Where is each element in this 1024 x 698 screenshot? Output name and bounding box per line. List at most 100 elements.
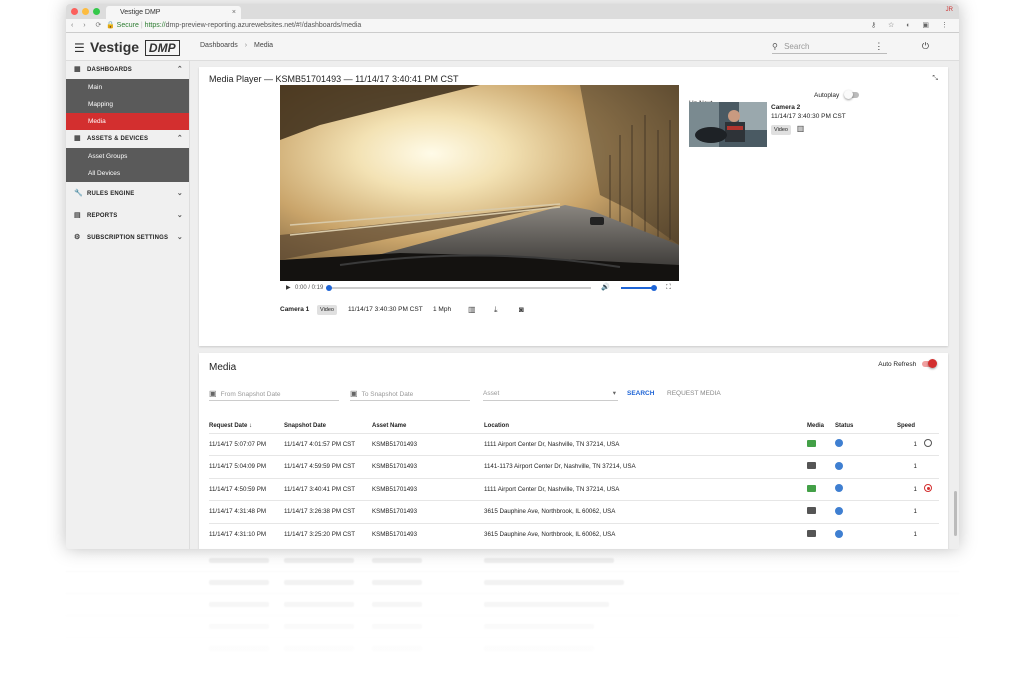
search-icon: ⚲ bbox=[772, 42, 778, 51]
url-field[interactable]: 🔒 Secure | https://dmp-preview-reporting… bbox=[106, 19, 361, 33]
speed-cell: 1 bbox=[897, 477, 917, 501]
media-filters: ▣ From Snapshot Date ▣ To Snapshot Date As… bbox=[209, 388, 939, 404]
col-snapshot-date[interactable]: Snapshot Date bbox=[284, 419, 372, 433]
close-window-button[interactable] bbox=[71, 8, 78, 15]
seek-handle[interactable] bbox=[326, 285, 332, 291]
request-date-cell: 11/14/17 5:04:09 PM bbox=[209, 455, 284, 478]
from-date-field[interactable]: ▣ From Snapshot Date bbox=[209, 388, 339, 401]
status-cell bbox=[835, 432, 897, 456]
photo-camera-icon[interactable] bbox=[807, 530, 816, 537]
seek-slider[interactable] bbox=[326, 285, 591, 291]
sidebar-section-assets-devices[interactable]: ▦ ASSETS & DEVICES ⌃ bbox=[66, 130, 189, 148]
dropdown-arrow-icon: ▾ bbox=[612, 390, 616, 397]
sidebar-section-reports[interactable]: ▤ REPORTS ⌄ bbox=[66, 207, 189, 225]
speed-cell: 1 bbox=[897, 432, 917, 456]
col-speed[interactable]: Speed bbox=[897, 419, 917, 433]
photo-camera-icon[interactable] bbox=[807, 462, 816, 470]
autoplay-switch[interactable] bbox=[844, 90, 860, 100]
video-camera-icon[interactable] bbox=[807, 507, 816, 515]
search-button[interactable]: SEARCH bbox=[627, 388, 654, 400]
menu-icon[interactable]: ☰ bbox=[74, 41, 85, 55]
request-date-cell: 11/14/17 4:50:59 PM bbox=[209, 477, 284, 501]
browser-extension-icons[interactable]: ⚷ ☆ ◐ ▣ ⋮ bbox=[871, 19, 953, 33]
to-date-field[interactable]: ▣ To Snapshot Date bbox=[350, 388, 470, 401]
search-input[interactable]: Search bbox=[784, 42, 809, 51]
sidebar-section-dashboards[interactable]: ▦ DASHBOARDS ⌃ bbox=[66, 61, 189, 79]
status-icon bbox=[835, 529, 843, 538]
header-action-icons[interactable]: ⋮ ⏻ bbox=[874, 41, 947, 52]
play-icon[interactable]: ▶ bbox=[286, 281, 291, 295]
maximize-window-button[interactable] bbox=[93, 8, 100, 15]
next-timestamp: 11/14/17 3:40:30 PM CST bbox=[771, 113, 846, 120]
col-request-date[interactable]: Request Date ↓ bbox=[209, 419, 284, 433]
sidebar-item-all-devices[interactable]: All Devices bbox=[66, 165, 189, 182]
breadcrumb-media: Media bbox=[254, 42, 274, 49]
table-row[interactable]: 11/14/17 4:50:59 PM 11/14/17 3:40:41 PM C… bbox=[209, 477, 939, 501]
location-cell: 1111 Airport Center Dr, Nashville, TN 37… bbox=[484, 477, 807, 501]
table-row[interactable]: 11/14/17 4:31:48 PM 11/14/17 3:26:38 PM C… bbox=[209, 500, 939, 523]
tab-close-icon[interactable]: × bbox=[232, 6, 236, 19]
from-date-placeholder: From Snapshot Date bbox=[220, 391, 281, 398]
table-row[interactable]: 11/14/17 5:07:07 PM 11/14/17 4:01:57 PM C… bbox=[209, 432, 939, 456]
volume-icon[interactable]: 🔊 bbox=[601, 281, 610, 295]
auto-refresh-switch[interactable] bbox=[922, 359, 937, 369]
fullscreen-icon[interactable]: ⛶ bbox=[666, 281, 671, 295]
sidebar-item-asset-groups[interactable]: Asset Groups bbox=[66, 148, 189, 165]
sidebar-item-media[interactable]: Media bbox=[66, 113, 189, 130]
table-row[interactable]: 11/14/17 5:04:09 PM 11/14/17 4:59:59 PM C… bbox=[209, 455, 939, 478]
chevron-down-icon: ⌄ bbox=[176, 190, 183, 197]
media-scrollbar[interactable] bbox=[954, 491, 957, 536]
next-video-thumbnail[interactable] bbox=[689, 102, 767, 147]
selected-radio-icon[interactable] bbox=[924, 484, 932, 493]
map-icon[interactable]: ▥ bbox=[468, 304, 476, 316]
browser-nav-buttons[interactable]: ‹ › ⟳ bbox=[71, 19, 105, 33]
media-section-title: Media bbox=[209, 362, 237, 373]
photo-camera-icon[interactable] bbox=[807, 439, 816, 447]
up-next-panel: Up Next Autoplay bbox=[689, 90, 869, 147]
col-asset-name[interactable]: Asset Name bbox=[372, 419, 484, 433]
collapse-icon[interactable]: ⤡ bbox=[932, 75, 938, 83]
app-logo[interactable]: Vestige DMP bbox=[90, 39, 180, 56]
status-cell bbox=[835, 455, 897, 478]
snapshot-date-cell: 11/14/17 3:26:38 PM CST bbox=[284, 500, 372, 523]
breadcrumb: Dashboards › Media bbox=[200, 42, 273, 49]
download-icon[interactable]: ⤓ bbox=[494, 304, 498, 316]
driver-cab-image bbox=[689, 102, 767, 147]
sidebar-item-mapping[interactable]: Mapping bbox=[66, 96, 189, 113]
next-map-icon[interactable]: ▥ bbox=[797, 124, 805, 133]
media-table: Request Date ↓ Snapshot Date Asset Name … bbox=[209, 419, 939, 546]
logo-text: Vestige bbox=[90, 39, 140, 55]
to-date-placeholder: To Snapshot Date bbox=[361, 391, 414, 398]
col-media[interactable]: Media bbox=[807, 419, 835, 433]
radio-icon[interactable] bbox=[924, 439, 932, 448]
request-media-button[interactable]: REQUEST MEDIA bbox=[667, 388, 721, 400]
breadcrumb-dashboards[interactable]: Dashboards bbox=[200, 42, 238, 49]
video-controls: ▶ 0:00 / 0:19 🔊 ⛶ bbox=[280, 281, 679, 295]
col-status[interactable]: Status bbox=[835, 419, 897, 433]
browser-tab[interactable]: Vestige DMP × bbox=[106, 6, 241, 19]
auto-refresh-toggle[interactable]: Auto Refresh bbox=[878, 359, 937, 369]
video-camera-icon[interactable] bbox=[807, 484, 816, 492]
search-box[interactable]: ⚲ Search bbox=[772, 39, 887, 54]
sidebar-section-label: DASHBOARDS bbox=[87, 67, 133, 73]
select-cell bbox=[917, 522, 939, 546]
sidebar-section-rules-engine[interactable]: 🔧 RULES ENGINE ⌄ bbox=[66, 185, 189, 203]
camera-speed: 1 Mph bbox=[433, 306, 452, 313]
asset-name-cell: KSMB51701493 bbox=[372, 477, 484, 501]
asset-placeholder: Asset bbox=[483, 390, 500, 397]
autoplay-toggle[interactable]: Autoplay bbox=[814, 90, 860, 100]
table-row[interactable]: 11/14/17 4:31:10 PM 11/14/17 3:25:20 PM C… bbox=[209, 522, 939, 546]
video-frame[interactable] bbox=[280, 85, 679, 281]
profile-chip[interactable]: JR bbox=[946, 7, 953, 13]
volume-handle[interactable] bbox=[651, 285, 657, 291]
sidebar-section-subscription-settings[interactable]: ⚙ SUBSCRIPTION SETTINGS ⌄ bbox=[66, 229, 189, 247]
snapshot-camera-icon[interactable]: ◙ bbox=[519, 304, 524, 316]
sidebar-section-label: SUBSCRIPTION SETTINGS bbox=[87, 235, 169, 241]
volume-slider[interactable] bbox=[621, 285, 657, 291]
request-date-cell: 11/14/17 4:31:48 PM bbox=[209, 500, 284, 523]
minimize-window-button[interactable] bbox=[82, 8, 89, 15]
col-location[interactable]: Location bbox=[484, 419, 807, 433]
sidebar-item-main[interactable]: Main bbox=[66, 79, 189, 96]
asset-select[interactable]: Asset ▾ bbox=[483, 388, 618, 401]
select-cell bbox=[917, 500, 939, 523]
